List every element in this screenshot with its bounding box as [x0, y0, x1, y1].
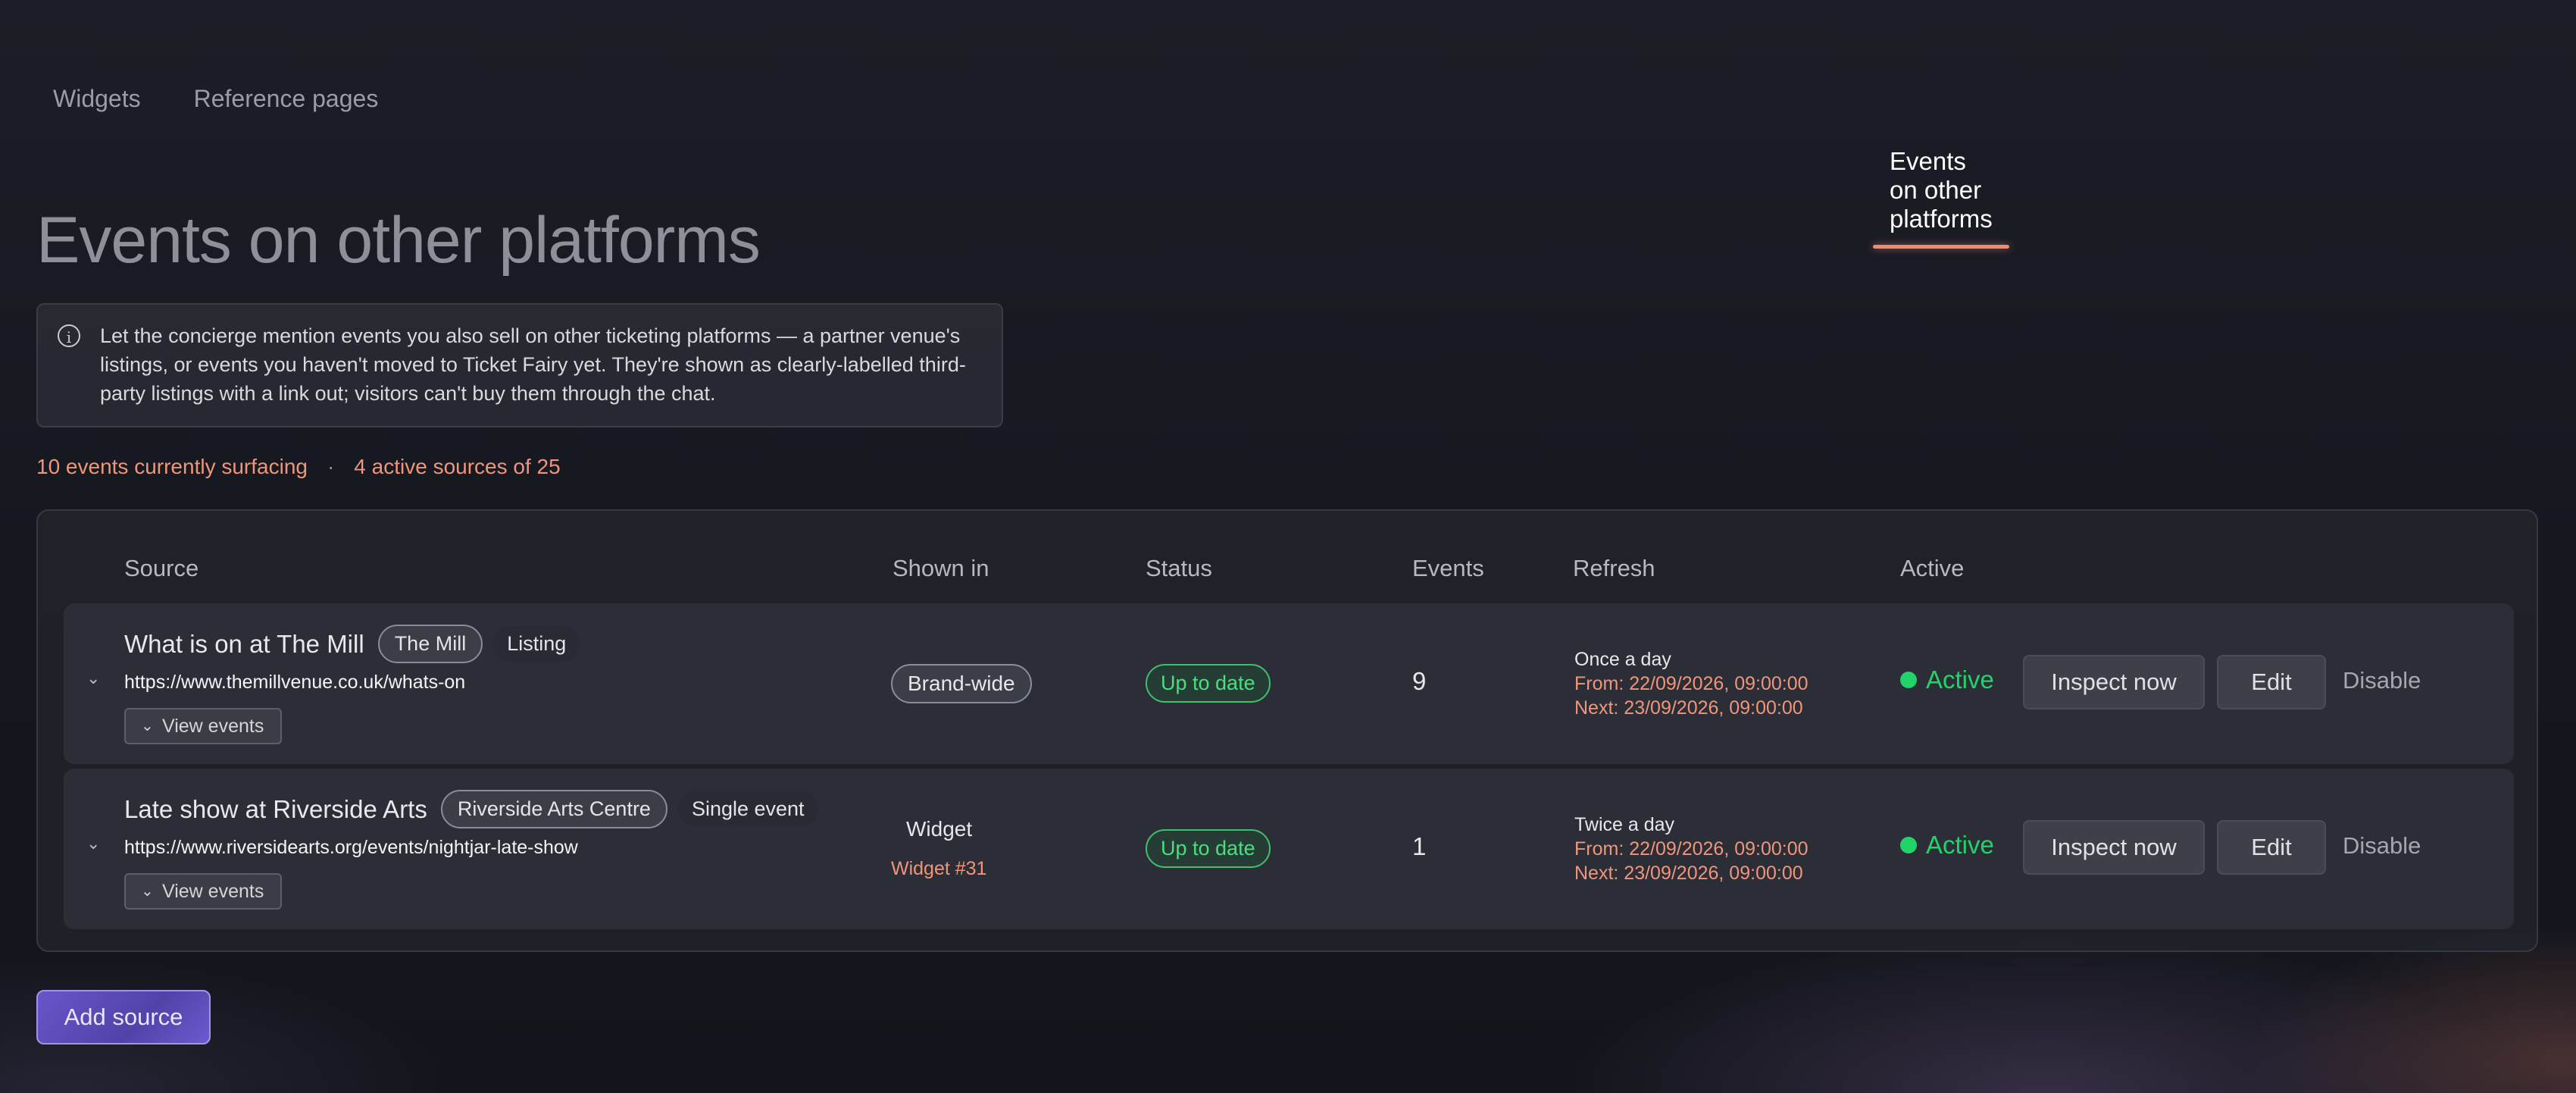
- disable-button[interactable]: Disable: [2343, 832, 2421, 860]
- disable-button[interactable]: Disable: [2343, 667, 2421, 694]
- refresh-info: Once a day From: 22/09/2026, 09:00:00 Ne…: [1574, 647, 1809, 720]
- source-url[interactable]: https://www.themillvenue.co.uk/whats-on: [124, 672, 465, 694]
- tab-bar: Widgets Events on other platforms Refere…: [36, 70, 2009, 249]
- header-status: Status: [1146, 555, 1212, 581]
- status-badge: Up to date: [1146, 664, 1271, 703]
- source-name: What is on at The Mill: [124, 629, 364, 658]
- active-dot-icon: [1900, 672, 1917, 688]
- source-url[interactable]: https://www.riversidearts.org/events/nig…: [124, 837, 578, 859]
- header-active: Active: [1900, 555, 1965, 581]
- info-icon: i: [58, 324, 80, 347]
- summary-separator: ·: [327, 455, 335, 478]
- view-events-button[interactable]: ⌄ View events: [124, 708, 283, 744]
- active-label: Active: [1926, 666, 1994, 694]
- inspect-now-button[interactable]: Inspect now: [2023, 820, 2205, 875]
- chevron-down-icon: ⌄: [141, 883, 154, 900]
- refresh-info: Twice a day From: 22/09/2026, 09:00:00 N…: [1574, 813, 1809, 885]
- refresh-next: Next: 23/09/2026, 09:00:00: [1574, 863, 1803, 884]
- chevron-down-icon: ⌄: [141, 718, 154, 734]
- active-dot-icon: [1900, 837, 1917, 853]
- view-events-button[interactable]: ⌄ View events: [124, 873, 283, 910]
- table-row: ⌄ Late show at Riverside Arts Riverside …: [64, 769, 2514, 929]
- source-name: Late show at Riverside Arts: [124, 794, 427, 823]
- info-text: Let the concierge mention events you als…: [100, 324, 966, 405]
- inspect-now-button[interactable]: Inspect now: [2023, 655, 2205, 709]
- active-sources-count: 4 active sources of 25: [354, 455, 561, 478]
- events-surfacing-count: 10 events currently surfacing: [36, 455, 308, 478]
- shown-in-pill: Brand-wide: [891, 664, 1032, 703]
- page-title: Events on other platforms: [36, 204, 761, 277]
- edit-button[interactable]: Edit: [2217, 655, 2326, 709]
- chevron-down-icon[interactable]: ⌄: [86, 670, 103, 687]
- active-status: Active: [1900, 666, 1994, 694]
- active-status: Active: [1900, 831, 1994, 860]
- view-events-label: View events: [162, 716, 264, 737]
- table-row: ⌄ What is on at The Mill The Mill Listin…: [64, 603, 2514, 764]
- events-count: 9: [1412, 667, 1427, 695]
- header-events: Events: [1412, 555, 1484, 581]
- tab-reference-pages[interactable]: Reference pages: [177, 70, 395, 138]
- header-refresh: Refresh: [1573, 555, 1655, 581]
- refresh-from: From: 22/09/2026, 09:00:00: [1574, 838, 1809, 860]
- add-source-button[interactable]: Add source: [36, 990, 211, 1044]
- edit-button[interactable]: Edit: [2217, 820, 2326, 875]
- source-type-tag: Single event: [677, 791, 818, 827]
- active-label: Active: [1926, 831, 1994, 859]
- source-title: Late show at Riverside Arts Riverside Ar…: [124, 790, 818, 828]
- venue-pill: Riverside Arts Centre: [440, 790, 667, 828]
- events-count: 1: [1412, 832, 1427, 860]
- sources-table: Source Shown in Status Events Refresh Ac…: [36, 509, 2538, 952]
- source-type-tag: Listing: [493, 626, 580, 662]
- refresh-frequency: Once a day: [1574, 649, 1671, 670]
- venue-pill: The Mill: [377, 625, 483, 663]
- info-banner: i Let the concierge mention events you a…: [36, 303, 1003, 427]
- refresh-from: From: 22/09/2026, 09:00:00: [1574, 673, 1809, 694]
- tab-widgets[interactable]: Widgets: [36, 70, 158, 138]
- tab-events-on-other-platforms[interactable]: Events on other platforms: [1873, 132, 2009, 249]
- summary-line: 10 events currently surfacing · 4 active s…: [36, 455, 561, 479]
- header-source: Source: [124, 555, 199, 581]
- view-events-label: View events: [162, 881, 264, 902]
- header-shown-in: Shown in: [893, 555, 989, 581]
- source-title: What is on at The Mill The Mill Listing: [124, 625, 580, 663]
- shown-in-widget-link[interactable]: Widget #31: [891, 858, 986, 880]
- chevron-down-icon[interactable]: ⌄: [86, 835, 103, 852]
- shown-in-label: Widget: [906, 817, 973, 841]
- refresh-frequency: Twice a day: [1574, 814, 1675, 835]
- refresh-next: Next: 23/09/2026, 09:00:00: [1574, 697, 1803, 719]
- status-badge: Up to date: [1146, 829, 1271, 868]
